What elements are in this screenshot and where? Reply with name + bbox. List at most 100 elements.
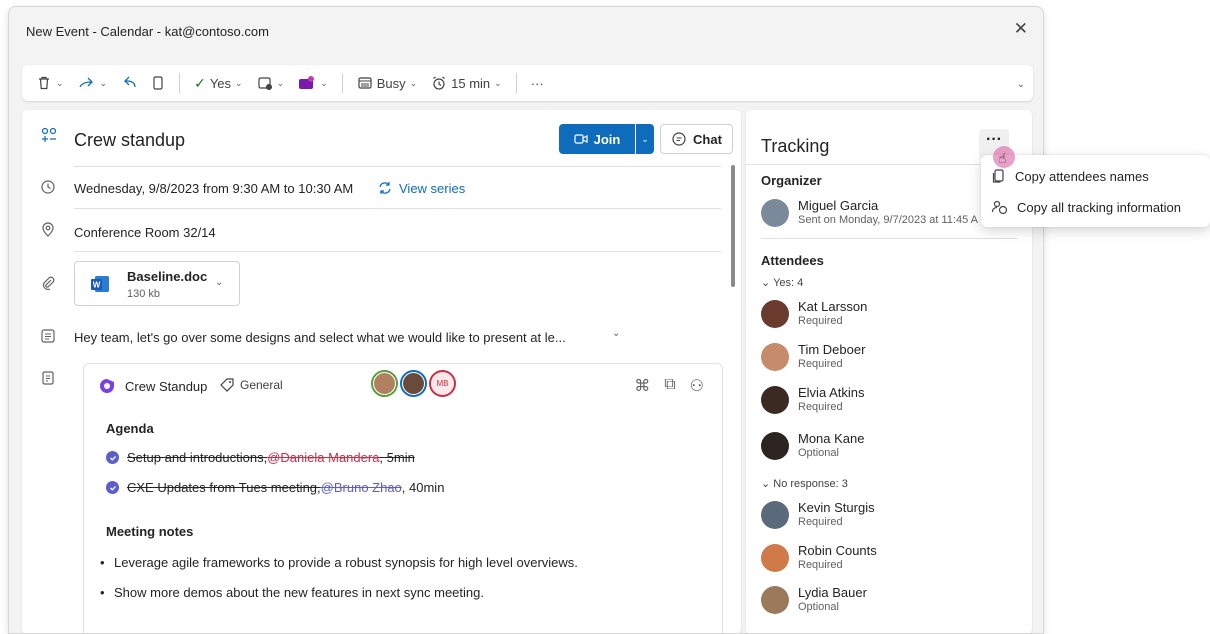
loop-tag[interactable]: General <box>219 377 283 393</box>
forward-button[interactable]: ⌄ <box>78 75 107 91</box>
task-item[interactable]: Setup and introductions, @Daniela Mander… <box>106 450 415 465</box>
clock-icon <box>40 179 56 200</box>
attendee-role: Required <box>798 401 843 413</box>
attendee-row[interactable]: Elvia Atkins Required <box>761 384 1032 418</box>
join-button[interactable]: Join <box>559 124 635 154</box>
attendee-role: Required <box>798 559 843 571</box>
attendee-row[interactable]: Robin Counts Required <box>761 542 1032 576</box>
loop-name[interactable]: Crew Standup <box>125 379 207 394</box>
close-icon[interactable]: ✕ <box>1014 19 1028 39</box>
avatar <box>761 432 789 460</box>
delete-button[interactable]: ⌄ <box>36 75 64 91</box>
tracking-context-menu: Copy attendees names Copy all tracking i… <box>981 155 1210 227</box>
mention[interactable]: @Bruno Zhao <box>321 480 402 495</box>
trash-icon <box>39 76 49 90</box>
share-people-icon[interactable]: ⚇ <box>690 376 704 396</box>
avatar <box>761 300 789 328</box>
busy-icon <box>358 77 372 89</box>
event-body-preview[interactable]: Hey team, let's go over some designs and… <box>74 330 566 345</box>
more-options-button[interactable]: ··· <box>531 76 544 91</box>
scrollbar[interactable] <box>731 165 735 287</box>
tracking-title: Tracking <box>761 136 830 156</box>
chat-button[interactable]: Chat <box>660 124 733 154</box>
attendee-row[interactable]: Kat Larsson Required <box>761 298 1032 332</box>
divider <box>74 208 721 209</box>
expand-ribbon-icon[interactable]: ⌄ <box>1017 79 1025 90</box>
copy-attendees-names-item[interactable]: Copy attendees names <box>981 161 1210 191</box>
checkmark-icon[interactable] <box>106 481 119 494</box>
join-label: Join <box>593 131 621 147</box>
attendees-heading: Attendees <box>761 253 824 268</box>
attendee-name: Kevin Sturgis <box>798 500 875 515</box>
checkmark-icon: ✓ <box>194 74 206 91</box>
chevron-down-icon[interactable]: ⌄ <box>215 277 223 288</box>
loop-actions: ⌘ ⧉ ⚇ <box>634 376 704 396</box>
reminder-button[interactable]: 15 min ⌄ <box>431 75 502 91</box>
loop-attendees-icon <box>40 126 58 149</box>
chevron-down-icon: ⌄ <box>761 478 771 490</box>
event-datetime[interactable]: Wednesday, 9/8/2023 from 9:30 AM to 10:3… <box>74 181 353 196</box>
attendee-name: Kat Larsson <box>798 299 868 314</box>
avatar <box>761 199 789 227</box>
chevron-down-icon: ⌄ <box>56 77 64 88</box>
task-tail: , 40min <box>401 480 445 495</box>
mention[interactable]: @Daniela Mandera <box>267 450 379 465</box>
window-title: New Event - Calendar - kat@contoso.com <box>26 24 269 39</box>
event-title[interactable]: Crew standup <box>74 130 185 151</box>
avatar[interactable] <box>371 370 398 397</box>
join-dropdown-button[interactable]: ⌄ <box>636 124 654 154</box>
chevron-down-icon: ⌄ <box>494 77 502 88</box>
attendee-role: Optional <box>798 601 839 613</box>
attendee-row[interactable]: Lydia Bauer Optional <box>761 584 1032 618</box>
toolbar-divider <box>341 73 343 93</box>
attachment-size: 130 kb <box>127 288 161 300</box>
organizer-sent: Sent on Monday, 9/7/2023 at 11:45 A <box>798 214 979 226</box>
apps-icon[interactable]: ⌘ <box>634 376 650 396</box>
yes-group-toggle[interactable]: ⌄ Yes: 4 <box>761 276 803 289</box>
response-yes-label: Yes <box>209 75 232 91</box>
show-as-button[interactable]: Busy ⌄ <box>357 75 417 91</box>
attendee-row[interactable]: Tim Deboer Required <box>761 341 1032 375</box>
loop-collaborators: MB <box>371 370 456 397</box>
alarm-icon <box>433 76 446 90</box>
title-bar: New Event - Calendar - kat@contoso.com ✕ <box>9 7 1043 57</box>
attendee-row[interactable]: Mona Kane Optional <box>761 430 1032 464</box>
view-series-link[interactable]: View series <box>377 180 465 196</box>
loop-tag-label: General <box>240 378 283 392</box>
response-yes-button[interactable]: ✓ Yes ⌄ <box>194 75 243 92</box>
chevron-down-icon: ⌄ <box>761 277 771 289</box>
loop-component-icon <box>40 370 56 391</box>
toolbar-divider <box>179 73 181 93</box>
list-item[interactable]: Leverage agile frameworks to provide a r… <box>100 555 578 570</box>
checkmark-icon[interactable] <box>106 451 119 464</box>
menu-item-label: Copy attendees names <box>1015 168 1149 184</box>
hand-cursor-icon: ☝ <box>998 150 1007 166</box>
loop-component: Crew Standup General MB ⌘ ⧉ ⚇ Agenda Set… <box>83 363 723 633</box>
avatar <box>761 586 789 614</box>
copy-component-icon[interactable]: ⧉ <box>664 376 675 396</box>
attachment-icon <box>40 275 56 296</box>
task-item[interactable]: CXE Updates from Tues meeting, @Bruno Zh… <box>106 480 444 495</box>
people-copy-icon <box>991 200 1008 215</box>
avatar[interactable] <box>400 370 427 397</box>
copy-all-tracking-item[interactable]: Copy all tracking information <box>981 192 1210 222</box>
avatar[interactable]: MB <box>429 370 456 397</box>
event-location[interactable]: Conference Room 32/14 <box>74 225 216 240</box>
reply-icon <box>124 76 136 88</box>
organizer-heading: Organizer <box>761 173 822 188</box>
attendee-row[interactable]: Kevin Sturgis Required <box>761 499 1032 533</box>
chevron-down-icon[interactable]: ⌄ <box>612 328 620 339</box>
reply-button[interactable] <box>121 75 137 91</box>
calendar-options-button[interactable]: ⌄ <box>257 75 284 91</box>
list-item[interactable]: Show more demos about the new features i… <box>100 585 484 600</box>
copy-button[interactable] <box>151 75 165 91</box>
reminder-label: 15 min <box>451 75 491 91</box>
divider <box>74 251 721 252</box>
avatar-initials: MB <box>436 379 449 388</box>
no-response-group-toggle[interactable]: ⌄ No response: 3 <box>761 477 848 490</box>
chevron-down-icon: ⌄ <box>235 77 243 88</box>
attachment-card[interactable]: W Baseline.doc 130 kb ⌄ <box>74 261 240 306</box>
no-response-group-label: No response: 3 <box>773 478 848 490</box>
copy-icon <box>992 169 1004 183</box>
onenote-button[interactable]: ⌄ <box>298 75 328 91</box>
